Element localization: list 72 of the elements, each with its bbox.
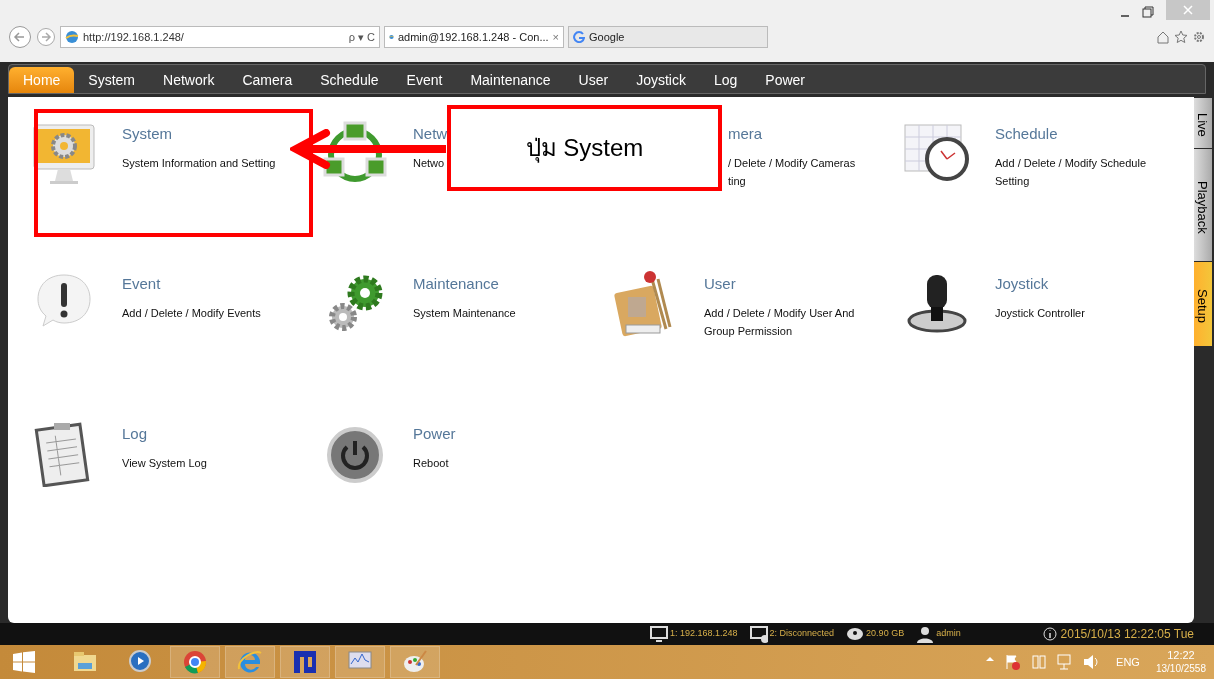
address-text: http://192.168.1.248/ (83, 29, 184, 45)
forward-icon[interactable] (36, 27, 56, 47)
ie-icon (237, 649, 263, 675)
tile-description: Joystick Controller (995, 306, 1085, 321)
tile-title[interactable]: Joystick (995, 274, 1085, 294)
status-text: 1: 192.168.1.248 (670, 627, 738, 641)
restore-icon[interactable] (1142, 4, 1154, 20)
globe-icon (65, 30, 79, 44)
tile-description: Reboot (413, 456, 450, 471)
tile-description: Netwo (413, 156, 446, 171)
speaker-icon[interactable] (1082, 653, 1101, 671)
tile-description: Group Permission (704, 324, 794, 339)
tile-title[interactable]: Event (122, 274, 261, 294)
menu-tab[interactable]: Log (699, 67, 752, 93)
chrome-icon (182, 649, 208, 675)
tab-title: admin@192.168.1.248 - Con... (397, 29, 549, 45)
menu-tab[interactable]: Maintenance (456, 67, 565, 93)
menu-tab[interactable]: Event (392, 67, 457, 93)
tile-description: Add / Delete / Modify Events (122, 306, 261, 321)
tile-title[interactable]: User (704, 274, 855, 294)
taskbar-button[interactable] (390, 646, 440, 678)
tile-title[interactable]: System (122, 124, 276, 144)
tile-description: System Information and Setting (122, 156, 276, 171)
tile-title[interactable]: Netw (413, 124, 448, 144)
menu-tab[interactable]: Network (149, 67, 229, 93)
tile-description: System Maintenance (413, 306, 516, 321)
taskbar-button[interactable] (170, 646, 220, 678)
windows-logo-icon[interactable] (12, 650, 36, 674)
settings-icon[interactable] (1192, 30, 1206, 44)
media-player-icon (127, 649, 153, 675)
tile-title[interactable]: Power (413, 424, 456, 444)
tile-description: Add / Delete / Modify Schedule (995, 156, 1147, 171)
tile-title[interactable]: Maintenance (413, 274, 516, 294)
taskbar-button[interactable] (280, 646, 330, 678)
menu-tab[interactable]: Camera (228, 67, 307, 93)
tile-title[interactable]: Schedule (995, 124, 1147, 144)
info-icon[interactable] (1042, 627, 1057, 641)
tile-description: Add / Delete / Modify User And (704, 306, 855, 321)
monitor-icon (650, 625, 668, 643)
menu-tab[interactable]: System (74, 67, 150, 93)
side-tab[interactable]: Setup (1194, 262, 1212, 346)
g-logo-icon (573, 31, 585, 43)
disconnected-icon (749, 625, 768, 643)
browser-tab[interactable]: Google (568, 26, 768, 48)
status-text: 2: Disconnected (769, 627, 835, 641)
status-text: admin (936, 627, 961, 641)
tab-close-button[interactable]: × (552, 28, 559, 46)
flag-icon[interactable] (1004, 653, 1023, 671)
search-refresh-controls[interactable]: ρ ▾ C (348, 28, 375, 46)
menu-tab[interactable]: User (564, 67, 623, 93)
menu-tab[interactable]: Power (751, 67, 819, 93)
menu-tab[interactable]: Schedule (306, 67, 393, 93)
palette-icon (402, 649, 428, 675)
tab-title: Google (589, 29, 625, 45)
home-icon[interactable] (1156, 30, 1170, 44)
status-text: 20.90 GB (866, 627, 905, 641)
tile-title[interactable]: Log (122, 424, 207, 444)
tile-description: / Delete / Modify Cameras (728, 156, 856, 171)
back-icon[interactable] (8, 25, 32, 49)
tile-description: Setting (995, 174, 1031, 189)
tile-description: View System Log (122, 456, 207, 471)
address-bar[interactable]: http://192.168.1.248/ ρ ▾ C (60, 26, 380, 48)
tile-description: ting (728, 174, 747, 189)
tile-title[interactable]: mera (728, 124, 856, 144)
browser-tab[interactable]: admin@192.168.1.248 - Con... × (384, 26, 564, 48)
side-tab[interactable]: Playback (1194, 149, 1212, 261)
grid-app-icon (292, 649, 318, 675)
menu-tab[interactable]: Joystick (622, 67, 700, 93)
star-icon[interactable] (1174, 30, 1188, 44)
side-tab[interactable]: Live (1194, 98, 1212, 148)
callout-label: ปุ่ม System (447, 105, 722, 191)
status-datetime: 2015/10/13 12:22:05 Tue (1060, 626, 1194, 643)
